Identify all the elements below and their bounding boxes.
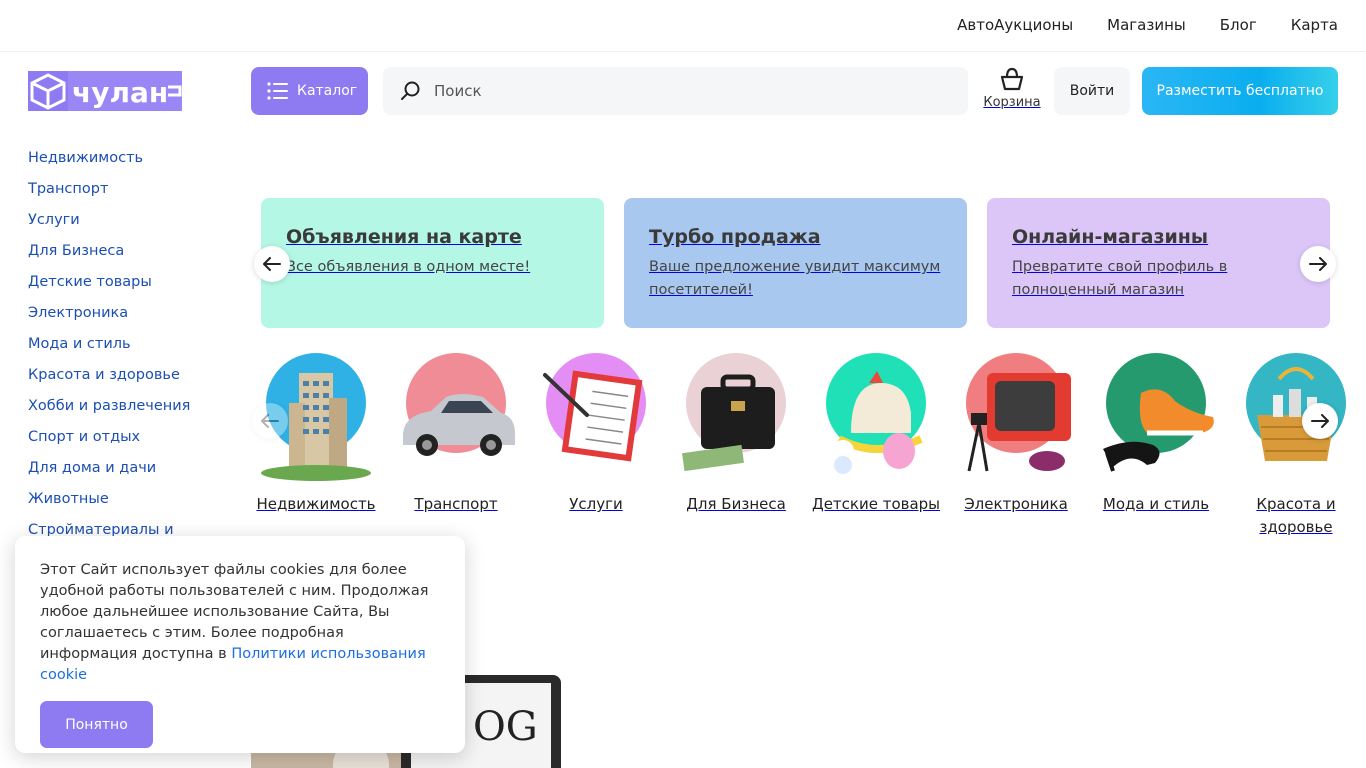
catalog-button[interactable]: Каталог bbox=[251, 67, 368, 115]
promo-card-map[interactable]: Объявления на карте Все объявления в одн… bbox=[261, 198, 604, 328]
promo-card-shops[interactable]: Онлайн-магазины Превратите свой профиль … bbox=[987, 198, 1330, 328]
category-beauty[interactable]: Красота и здоровье bbox=[1231, 353, 1361, 539]
category-label: Недвижимость bbox=[256, 495, 376, 513]
search-input[interactable] bbox=[434, 82, 934, 100]
shoes-icon bbox=[1103, 389, 1214, 472]
sidebar-item-transport[interactable]: Транспорт bbox=[28, 179, 238, 210]
category-kids[interactable]: Детские товары bbox=[811, 353, 941, 516]
sidebar-item-services[interactable]: Услуги bbox=[28, 210, 238, 241]
sidebar-item-realty[interactable]: Недвижимость bbox=[28, 148, 238, 179]
cart-label: Корзина bbox=[983, 95, 1041, 110]
cookie-text: Этот Сайт использует файлы cookies для б… bbox=[40, 560, 440, 686]
post-ad-button[interactable]: Разместить бесплатно bbox=[1142, 67, 1338, 115]
search-icon bbox=[401, 81, 420, 100]
svg-text:OG: OG bbox=[473, 704, 538, 750]
catalog-label: Каталог bbox=[297, 83, 358, 99]
sidebar-item-kids[interactable]: Детские товары bbox=[28, 272, 238, 303]
car-icon bbox=[403, 394, 515, 456]
cookie-accept-button[interactable]: Понятно bbox=[40, 701, 153, 748]
promo-title: Турбо продажа bbox=[649, 226, 821, 248]
promo-text: Ваше предложение увидит максимум посетит… bbox=[649, 259, 941, 298]
logo-box-icon: чулан bbox=[28, 71, 182, 111]
arrow-right-icon bbox=[1311, 414, 1329, 428]
category-fashion[interactable]: Мода и стиль bbox=[1091, 353, 1221, 516]
sidebar-item-home[interactable]: Для дома и дачи bbox=[28, 458, 238, 489]
sidebar-item-sport[interactable]: Спорт и отдых bbox=[28, 427, 238, 458]
sidebar-item-electronics[interactable]: Электроника bbox=[28, 303, 238, 334]
category-label: Детские товары bbox=[811, 495, 941, 513]
tv-icon bbox=[967, 373, 1071, 472]
category-prev-button[interactable] bbox=[252, 403, 288, 439]
briefcase-icon bbox=[682, 374, 775, 472]
sidebar-item-beauty[interactable]: Красота и здоровье bbox=[28, 365, 238, 396]
sidebar-item-animals[interactable]: Животные bbox=[28, 489, 238, 520]
top-nav-auctions[interactable]: АвтоАукционы bbox=[957, 15, 1073, 35]
login-button[interactable]: Войти bbox=[1054, 67, 1130, 115]
arrow-left-icon bbox=[261, 414, 279, 428]
top-nav-shops[interactable]: Магазины bbox=[1107, 15, 1186, 35]
gift-basket-icon bbox=[1257, 367, 1335, 461]
cart-button[interactable]: Корзина bbox=[980, 67, 1044, 115]
top-nav-map[interactable]: Карта bbox=[1291, 15, 1338, 35]
category-sidebar: Недвижимость Транспорт Услуги Для Бизнес… bbox=[28, 148, 238, 551]
promo-text: Все объявления в одном месте! bbox=[286, 259, 531, 275]
category-transport[interactable]: Транспорт bbox=[391, 353, 521, 516]
promo-text: Превратите свой профиль в полноценный ма… bbox=[1012, 259, 1228, 298]
list-icon bbox=[267, 82, 288, 100]
toy-horse-icon bbox=[832, 371, 923, 474]
category-label: Красота и здоровье bbox=[1256, 495, 1336, 536]
promo-title: Объявления на карте bbox=[286, 226, 522, 248]
category-label: Услуги bbox=[569, 495, 623, 513]
category-business[interactable]: Для Бизнеса bbox=[671, 353, 801, 516]
search-bar bbox=[383, 67, 968, 115]
svg-text:чулан: чулан bbox=[72, 76, 168, 109]
category-electronics[interactable]: Электроника bbox=[951, 353, 1081, 516]
sidebar-item-business[interactable]: Для Бизнеса bbox=[28, 241, 238, 272]
promo-prev-button[interactable] bbox=[254, 246, 290, 282]
promo-next-button[interactable] bbox=[1300, 246, 1336, 282]
checklist-icon bbox=[543, 370, 643, 462]
cookie-banner: Этот Сайт использует файлы cookies для б… bbox=[15, 536, 465, 753]
category-label: Электроника bbox=[964, 495, 1068, 513]
promo-card-turbo[interactable]: Турбо продажа Ваше предложение увидит ма… bbox=[624, 198, 967, 328]
top-nav: АвтоАукционы Магазины Блог Карта bbox=[957, 15, 1338, 35]
arrow-right-icon bbox=[1309, 257, 1327, 271]
category-label: Мода и стиль bbox=[1102, 495, 1210, 513]
category-next-button[interactable] bbox=[1302, 403, 1338, 439]
promo-title: Онлайн-магазины bbox=[1012, 226, 1209, 248]
category-label: Транспорт bbox=[414, 495, 498, 513]
top-nav-blog[interactable]: Блог bbox=[1220, 15, 1257, 35]
top-bar: АвтоАукционы Магазины Блог Карта bbox=[0, 0, 1366, 52]
sidebar-item-hobby[interactable]: Хобби и развлечения bbox=[28, 396, 238, 427]
basket-icon bbox=[1000, 67, 1024, 91]
category-services[interactable]: Услуги bbox=[531, 353, 661, 516]
category-label: Для Бизнеса bbox=[686, 495, 786, 513]
arrow-left-icon bbox=[263, 257, 281, 271]
sidebar-item-fashion[interactable]: Мода и стиль bbox=[28, 334, 238, 365]
site-logo[interactable]: чулан bbox=[28, 71, 182, 111]
